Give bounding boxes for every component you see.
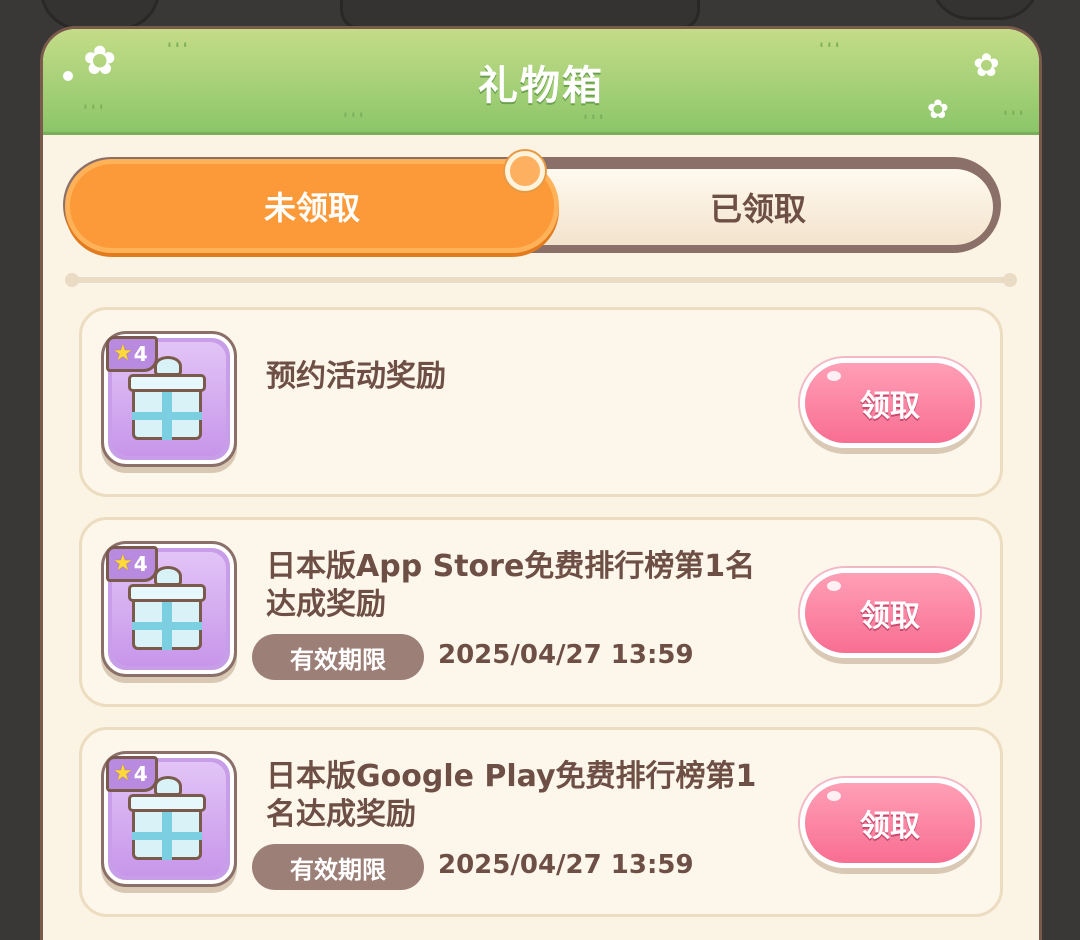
gift-box-dialog: ✿ ✿ ✿ ''' ''' ''' ''' ''' ''' 礼物箱 已领取 未领… [40, 26, 1042, 940]
claim-button[interactable]: 领取 [800, 778, 980, 868]
gift-icon: ★ 4 [104, 334, 234, 464]
gift-icon: ★ 4 [104, 544, 234, 674]
dialog-header: ✿ ✿ ✿ ''' ''' ''' ''' ''' ''' 礼物箱 [43, 29, 1039, 135]
grass-decor: ''' [343, 109, 367, 128]
expiry-date: 2025/04/27 13:59 [438, 850, 694, 880]
item-title: 日本版App Store免费排行榜第1名达成奖励 [266, 549, 756, 622]
item-title: 预约活动奖励 [266, 359, 446, 394]
grass-decor: ''' [583, 111, 607, 130]
list-item: ★ 4 预约活动奖励 领取 [79, 307, 1003, 497]
expiry-date: 2025/04/27 13:59 [438, 640, 694, 670]
rarity-number: 4 [133, 552, 148, 576]
claim-button[interactable]: 领取 [800, 568, 980, 658]
rarity-number: 4 [133, 342, 148, 366]
list-item: ★ 4 日本版App Store免费排行榜第1名达成奖励 有效期限 2025/0… [79, 517, 1003, 707]
star-rarity-badge: ★ 4 [106, 756, 158, 792]
star-rarity-badge: ★ 4 [106, 336, 158, 372]
rarity-number: 4 [133, 762, 148, 786]
star-icon: ★ [113, 761, 133, 786]
claim-button[interactable]: 领取 [800, 358, 980, 448]
star-icon: ★ [113, 341, 133, 366]
expiry-badge: 有效期限 [252, 634, 424, 680]
dialog-title: 礼物箱 [478, 63, 604, 109]
tab-indicator-knob [505, 151, 545, 191]
star-icon: ★ [113, 551, 133, 576]
tab-claimed[interactable]: 已领取 [523, 169, 993, 245]
item-title: 日本版Google Play免费排行榜第1名达成奖励 [266, 759, 757, 832]
star-rarity-badge: ★ 4 [106, 546, 158, 582]
background-panel [930, 0, 1040, 20]
expiry-badge: 有效期限 [252, 844, 424, 890]
list-item: ★ 4 日本版Google Play免费排行榜第1名达成奖励 有效期限 2025… [79, 727, 1003, 917]
tab-unclaimed[interactable]: 未领取 [65, 159, 559, 253]
divider [65, 273, 1017, 287]
gift-icon: ★ 4 [104, 754, 234, 884]
